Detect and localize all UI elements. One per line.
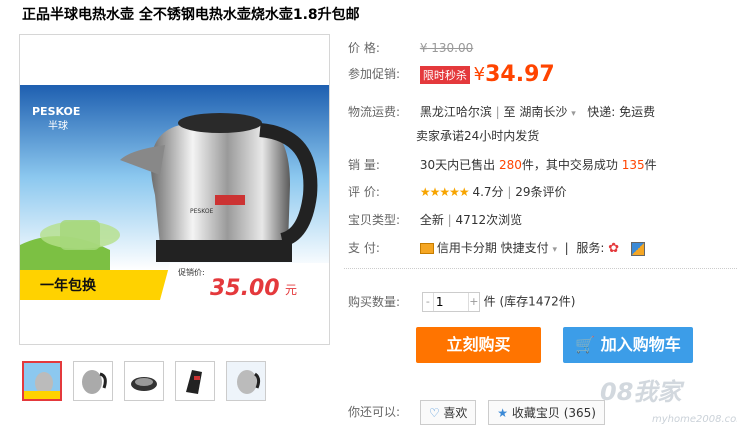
thumbnail-strip (22, 361, 266, 401)
add-to-cart-button[interactable]: 🛒 加入购物车 (563, 327, 693, 363)
warranty-badge: 一年包换 (40, 277, 97, 294)
brand-sub: 半球 (48, 119, 68, 132)
promo-price-row: 参加促销: 限时秒杀 ¥34.97 (348, 62, 555, 87)
kettle-base-thumb-icon (125, 362, 163, 400)
section-divider (344, 268, 737, 269)
stock-count: (库存1472件) (499, 294, 576, 309)
kettle-thumb-icon (74, 362, 112, 400)
sales-row: 销 量: 30天内已售出 280件，其中交易成功 135件 (348, 156, 657, 173)
rating-separator: | (507, 185, 512, 199)
service-badge-icon[interactable]: ✿ (608, 241, 619, 256)
credit-card-icon (419, 243, 434, 254)
quantity-label: 购买数量: (348, 294, 401, 309)
original-price: ¥ 130.00 (419, 41, 474, 55)
quick-pay[interactable]: 快捷支付 (501, 241, 549, 255)
shipping-label: 物流运费: (348, 105, 401, 119)
currency-symbol: ¥ (473, 64, 486, 85)
favorite-button[interactable]: ★ 收藏宝贝 (365) (488, 400, 605, 425)
favorite-label: 收藏宝贝 (511, 406, 560, 420)
limited-time-tag: 限时秒杀 (419, 65, 470, 84)
reviews-link[interactable]: 29条评价 (515, 185, 566, 199)
more-actions-row: 你还可以: ♡ 喜欢 ★ 收藏宝贝 (365) (348, 400, 613, 425)
quantity-input[interactable] (432, 293, 469, 311)
ship-from: 黑龙江哈尔滨 (419, 105, 492, 119)
add-to-cart-label: 加入购物车 (600, 335, 681, 354)
ship-separator: | (495, 105, 500, 119)
sales-unit2: 件 (644, 158, 657, 172)
rating-label: 评 价: (348, 185, 380, 199)
service-label: 服务: (576, 241, 605, 255)
chevron-down-icon[interactable]: ▾ (553, 245, 558, 255)
item-type-row: 宝贝类型: 全新 | 4712次浏览 (348, 211, 522, 228)
watermark-url: myhome2008.com (652, 414, 737, 425)
star-icon: ★ (497, 406, 509, 420)
view-count: 4712次浏览 (455, 213, 523, 227)
shipping-promise: 卖家承诺24小时内发货 (416, 129, 540, 143)
like-label: 喜欢 (443, 406, 468, 420)
thumbnail-1[interactable] (22, 361, 62, 401)
rating-score: 4.7分 (472, 185, 504, 199)
credit-installment[interactable]: 信用卡分期 (437, 241, 497, 255)
success-count: 135 (621, 158, 645, 172)
promo-label: 参加促销: (348, 67, 401, 81)
rating-stars-icon: ★★★★★ (419, 185, 470, 199)
promo-price-unit: 元 (285, 283, 297, 297)
express-fee: 快递: 免运费 (587, 105, 656, 119)
thumbnail-3[interactable] (124, 361, 164, 401)
quantity-plus-button[interactable]: + (469, 293, 479, 311)
item-condition: 全新 (419, 213, 444, 227)
qr-code-icon[interactable] (630, 241, 645, 256)
rating-row: 评 价: ★★★★★ 4.7分 | 29条评价 (348, 183, 567, 200)
sales-prefix: 30天内已售出 (419, 158, 496, 172)
thumbnail-4[interactable] (175, 361, 215, 401)
quantity-unit: 件 (483, 294, 496, 309)
thumbnail-2[interactable] (73, 361, 113, 401)
product-main-image[interactable]: PESKOE 半球 PESKOE 一年包换 促销价: 35.00 元 (19, 34, 330, 345)
shipping-row: 物流运费: 黑龙江哈尔滨 | 至 湖南长沙 ▾ 快递: 免运费 (348, 103, 655, 120)
thumbnail-5[interactable] (226, 361, 266, 401)
sold-count: 280 (498, 158, 522, 172)
ship-destination-select[interactable]: 湖南长沙 ▾ (519, 105, 575, 119)
original-price-row: 价 格: ¥ 130.00 (348, 39, 473, 56)
sales-label: 销 量: (348, 158, 380, 172)
kettle-thumb-icon (24, 363, 60, 399)
brand-logo: PESKOE (32, 105, 80, 118)
quantity-minus-button[interactable]: - (423, 293, 433, 311)
type-separator: | (447, 213, 452, 227)
item-type-label: 宝贝类型: (348, 213, 401, 227)
kettle-brand-mark: PESKOE (190, 208, 214, 215)
kettle-box-thumb-icon (227, 362, 265, 400)
cart-icon: 🛒 (575, 335, 596, 354)
payment-row: 支 付: 信用卡分期 快捷支付 ▾ | 服务: ✿ (348, 239, 645, 256)
ship-to-prefix: 至 (503, 105, 516, 119)
payment-label: 支 付: (348, 241, 380, 255)
buy-now-button[interactable]: 立刻购买 (416, 327, 541, 363)
more-actions-label: 你还可以: (348, 405, 401, 419)
promo-price-value: 35.00 (210, 276, 280, 301)
like-button[interactable]: ♡ 喜欢 (419, 400, 477, 425)
heart-icon: ♡ (428, 406, 440, 420)
current-price: 34.97 (485, 62, 555, 87)
favorite-count: (365) (563, 406, 596, 420)
chevron-down-icon: ▾ (571, 109, 576, 119)
watermark-logo: 08我家 (600, 378, 682, 406)
product-title: 正品半球电热水壶 全不锈钢电热水壶烧水壶1.8升包邮 (22, 7, 360, 23)
quantity-row: 购买数量: - + 件 (库存1472件) (348, 292, 575, 312)
sales-unit: 件，其中交易成功 (521, 158, 618, 172)
promo-price-label: 促销价: (178, 267, 205, 277)
original-price-label: 价 格: (348, 41, 380, 55)
kettle-illustration: PESKOE 半球 PESKOE 一年包换 促销价: 35.00 元 (20, 85, 329, 301)
ship-to: 湖南长沙 (519, 105, 568, 119)
kettle-detail-thumb-icon (176, 362, 214, 400)
quantity-stepper: - + (421, 292, 480, 312)
